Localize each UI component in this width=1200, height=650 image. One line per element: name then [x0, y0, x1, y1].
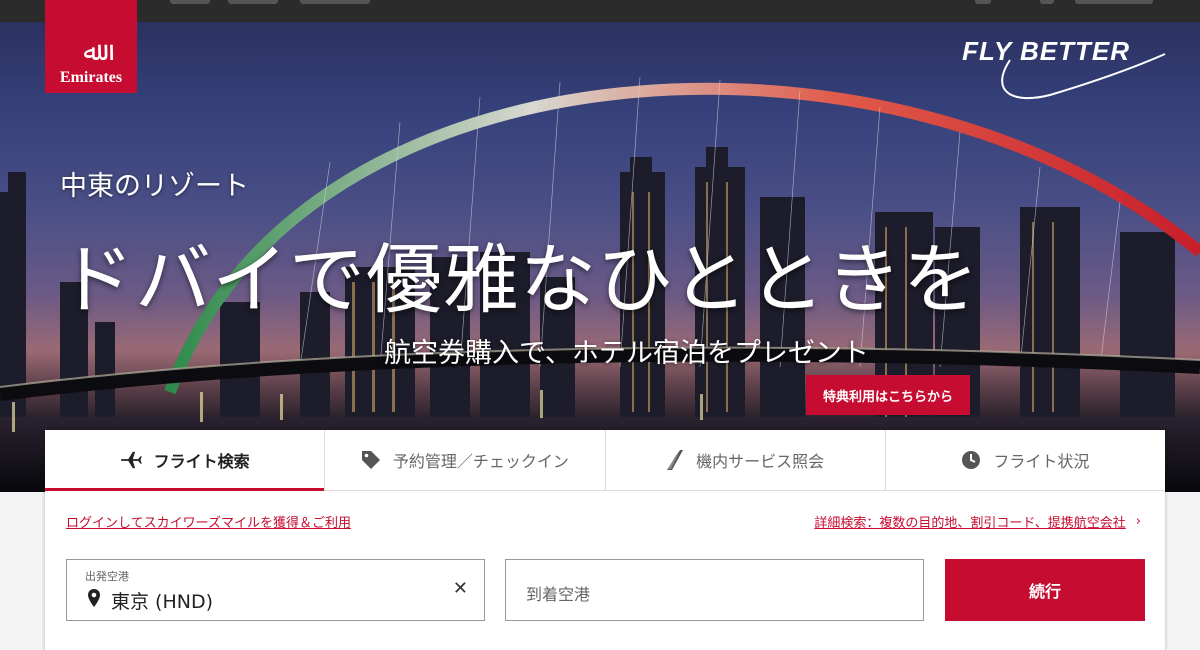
airplane-icon [120, 451, 142, 469]
hero-subtitle: 中東のリゾート [60, 171, 249, 202]
departure-label: 出発空港 [85, 570, 129, 583]
nav-item[interactable] [975, 0, 991, 4]
logo-text: Emirates [59, 69, 123, 86]
advanced-search-label: 詳細検索：複数の目的地、割引コード、提携航空会社 [814, 516, 1126, 531]
login-skywards-link[interactable]: ログインしてスカイワーズマイルを獲得＆ご利用 [66, 512, 351, 531]
nav-item[interactable] [300, 0, 370, 4]
tab-label: フライト状況 [993, 452, 1090, 471]
continue-button[interactable]: 続行 [945, 559, 1145, 621]
slogan-swoosh-icon [1001, 53, 1166, 100]
advanced-search-link[interactable]: 詳細検索：複数の目的地、割引コード、提携航空会社 › [814, 512, 1141, 531]
nav-item[interactable] [228, 0, 278, 4]
arrival-airport-field[interactable]: 到着空港 [505, 559, 924, 621]
hero-title: ドバイで優雅なひとときを [58, 235, 980, 324]
hero-lead-text: 航空券購入で、ホテル宿泊をプレゼント [384, 338, 869, 369]
promo-button[interactable]: 特典利用はこちらから [806, 375, 970, 415]
clock-icon [962, 451, 981, 469]
tab-manage-booking[interactable]: 予約管理／チェックイン [325, 430, 606, 490]
booking-panel: フライト検索 予約管理／チェックイン 機内サービス照会 フライト状況 ログインし [45, 430, 1165, 650]
clear-icon[interactable]: ✕ [453, 578, 468, 599]
tag-icon [361, 451, 380, 469]
chevron-right-icon: › [1135, 514, 1141, 529]
tab-inflight-service[interactable]: 機内サービス照会 [606, 430, 886, 490]
emirates-logo[interactable]: ﷲ Emirates [45, 0, 137, 93]
tab-label: 機内サービス照会 [696, 452, 825, 471]
panel-links: ログインしてスカイワーズマイルを獲得＆ご利用 詳細検索：複数の目的地、割引コード… [45, 491, 1165, 553]
tab-label: 予約管理／チェックイン [392, 452, 569, 471]
location-pin-icon [88, 589, 100, 607]
departure-airport-field[interactable]: 出発空港 東京 (HND) ✕ [66, 559, 485, 621]
arrival-placeholder: 到着空港 [526, 585, 591, 604]
calligraphy-mark-icon: ﷲ [83, 37, 99, 67]
departure-value: 東京 (HND) [111, 591, 213, 613]
booking-tabs: フライト検索 予約管理／チェックイン 機内サービス照会 フライト状況 [45, 430, 1165, 491]
tab-label: フライト検索 [153, 452, 250, 471]
login-nav-item[interactable] [1075, 0, 1153, 4]
seat-icon [667, 450, 684, 470]
top-navigation-bar [0, 0, 1200, 22]
nav-item[interactable] [1040, 0, 1054, 4]
tab-flight-search[interactable]: フライト検索 [45, 430, 326, 491]
tab-flight-status[interactable]: フライト状況 [886, 430, 1165, 490]
nav-item[interactable] [170, 0, 210, 4]
